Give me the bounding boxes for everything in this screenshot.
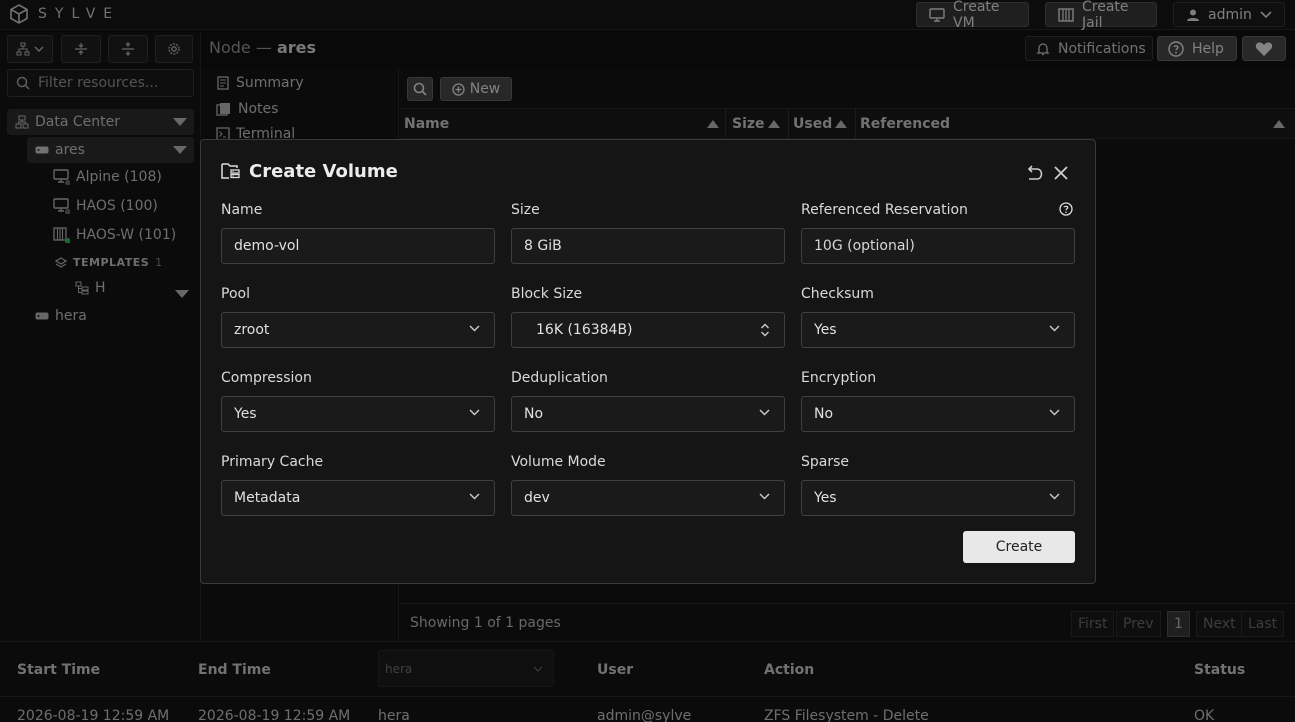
primary-cache-label: Primary Cache xyxy=(221,454,324,470)
chevron-down-icon xyxy=(1049,493,1060,500)
chevron-down-icon xyxy=(759,409,770,416)
block-size-value: 16K (16384B) xyxy=(536,322,633,338)
checksum-select[interactable]: Yes xyxy=(801,312,1075,348)
chevron-down-icon xyxy=(469,493,480,500)
checksum-value: Yes xyxy=(814,322,837,338)
pool-label: Pool xyxy=(221,286,250,302)
encryption-label: Encryption xyxy=(801,370,877,386)
deduplication-label: Deduplication xyxy=(511,370,608,386)
chevron-up-down-icon xyxy=(760,323,770,337)
referenced-reservation-placeholder: 10G (optional) xyxy=(814,238,915,254)
volume-mode-label: Volume Mode xyxy=(511,454,606,470)
chevron-down-icon xyxy=(469,325,480,332)
chevron-down-icon xyxy=(1049,325,1060,332)
pool-value: zroot xyxy=(234,322,270,338)
primary-cache-value: Metadata xyxy=(234,490,301,506)
primary-cache-select[interactable]: Metadata xyxy=(221,480,495,516)
name-label: Name xyxy=(221,202,263,218)
size-value: 8 GiB xyxy=(524,238,562,254)
sparse-label: Sparse xyxy=(801,454,850,470)
referenced-reservation-input[interactable]: 10G (optional) xyxy=(801,228,1075,264)
chevron-down-icon xyxy=(759,493,770,500)
volume-mode-value: dev xyxy=(524,490,550,506)
create-button[interactable]: Create xyxy=(963,531,1075,563)
dialog-title: Create Volume xyxy=(249,161,398,182)
sparse-value: Yes xyxy=(814,490,837,506)
close-icon[interactable] xyxy=(1054,166,1068,180)
help-circle-icon[interactable] xyxy=(1059,202,1073,216)
referenced-reservation-label: Referenced Reservation xyxy=(801,202,968,218)
encryption-value: No xyxy=(814,406,834,422)
block-size-select[interactable]: 16K (16384B) xyxy=(511,312,785,348)
compression-value: Yes xyxy=(234,406,257,422)
reset-icon[interactable] xyxy=(1025,165,1043,181)
volume-folder-icon xyxy=(221,161,241,181)
deduplication-select[interactable]: No xyxy=(511,396,785,432)
encryption-select[interactable]: No xyxy=(801,396,1075,432)
checksum-label: Checksum xyxy=(801,286,874,302)
name-input[interactable]: demo-vol xyxy=(221,228,495,264)
size-label: Size xyxy=(511,202,540,218)
volume-mode-select[interactable]: dev xyxy=(511,480,785,516)
create-volume-dialog: Create Volume Name demo-vol Size 8 GiB R… xyxy=(200,139,1096,584)
name-value: demo-vol xyxy=(234,238,300,254)
compression-select[interactable]: Yes xyxy=(221,396,495,432)
chevron-down-icon xyxy=(469,409,480,416)
compression-label: Compression xyxy=(221,370,312,386)
pool-select[interactable]: zroot xyxy=(221,312,495,348)
sparse-select[interactable]: Yes xyxy=(801,480,1075,516)
block-size-label: Block Size xyxy=(511,286,583,302)
size-input[interactable]: 8 GiB xyxy=(511,228,785,264)
chevron-down-icon xyxy=(1049,409,1060,416)
deduplication-value: No xyxy=(524,406,544,422)
